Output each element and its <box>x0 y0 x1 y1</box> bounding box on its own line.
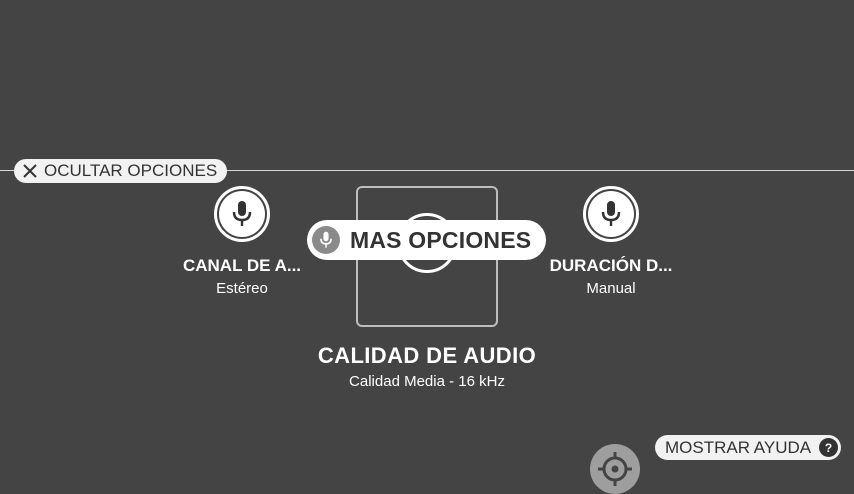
option-duracion-title: DURACIÓN D... <box>549 256 673 275</box>
show-help-button[interactable]: MOSTRAR AYUDA ? <box>655 435 842 460</box>
more-options-badge <box>312 226 340 254</box>
microphone-icon <box>232 201 252 226</box>
microphone-icon <box>601 201 621 226</box>
close-icon <box>23 164 37 178</box>
microphone-icon <box>320 231 332 248</box>
option-duracion-circle[interactable] <box>583 186 639 242</box>
selected-option-value: Calidad Media - 16 kHz <box>349 373 505 390</box>
selected-option-title: CALIDAD DE AUDIO <box>317 343 537 368</box>
help-icon: ? <box>819 438 839 457</box>
option-canal[interactable]: CANAL DE A... Estéreo <box>172 186 312 297</box>
option-duracion[interactable]: DURACIÓN D... Manual <box>541 186 681 297</box>
hide-options-button[interactable]: OCULTAR OPCIONES <box>14 159 228 183</box>
hide-options-label: OCULTAR OPCIONES <box>44 161 218 180</box>
crosshair-button[interactable] <box>590 444 640 494</box>
more-options-button[interactable]: MAS OPCIONES <box>307 220 546 260</box>
option-canal-circle[interactable] <box>214 186 270 242</box>
option-canal-value: Estéreo <box>216 280 268 297</box>
more-options-label: MAS OPCIONES <box>350 226 532 253</box>
option-duracion-value: Manual <box>586 280 636 297</box>
option-canal-title: CANAL DE A... <box>182 256 302 275</box>
crosshair-icon <box>598 452 632 486</box>
show-help-label: MOSTRAR AYUDA <box>665 437 812 457</box>
